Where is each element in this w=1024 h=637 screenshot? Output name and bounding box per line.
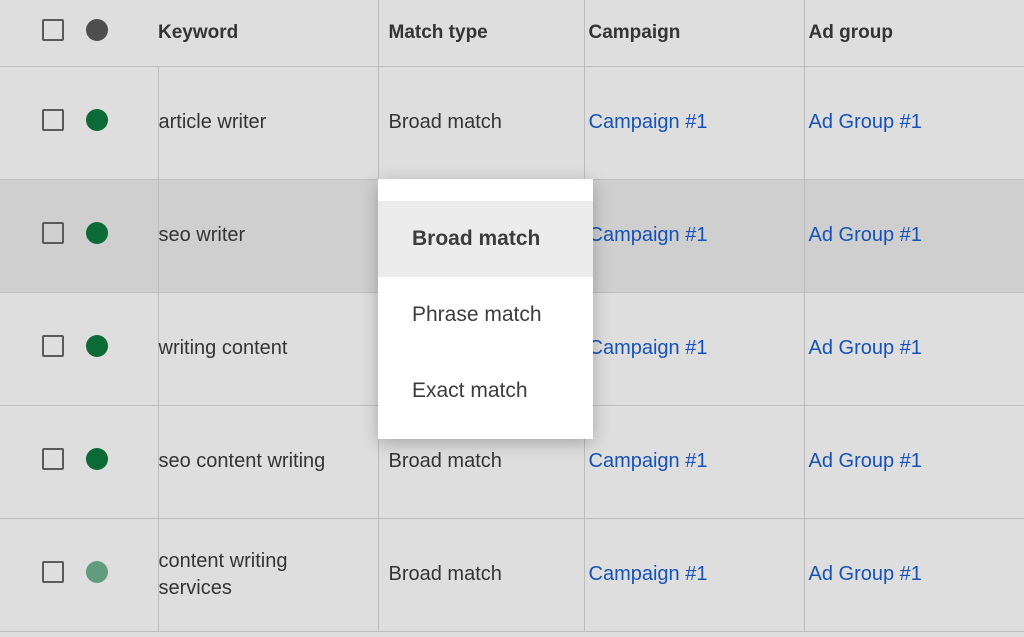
campaign-link[interactable]: Campaign #1 [589, 111, 708, 133]
ad-group-link[interactable]: Ad Group #1 [809, 224, 922, 246]
status-dot-icon[interactable] [86, 448, 108, 470]
row-checkbox[interactable] [42, 561, 64, 583]
select-all-checkbox[interactable] [42, 19, 64, 41]
ad-group-link[interactable]: Ad Group #1 [809, 563, 922, 585]
campaign-link[interactable]: Campaign #1 [589, 337, 708, 359]
header-ad-group[interactable]: Ad group [809, 22, 893, 43]
row-checkbox[interactable] [42, 222, 64, 244]
ad-group-link[interactable]: Ad Group #1 [809, 450, 922, 472]
ad-group-link[interactable]: Ad Group #1 [809, 337, 922, 359]
table-row[interactable]: article writer Broad match Campaign #1 A… [0, 66, 1024, 179]
row-checkbox[interactable] [42, 335, 64, 357]
match-type-cell[interactable]: Broad match [389, 111, 502, 133]
row-checkbox[interactable] [42, 448, 64, 470]
keyword-cell[interactable]: seo writer [159, 222, 349, 249]
keyword-cell[interactable]: content writing services [159, 548, 349, 602]
dropdown-option-broad[interactable]: Broad match [378, 201, 593, 277]
row-checkbox[interactable] [42, 109, 64, 131]
header-match-type[interactable]: Match type [389, 22, 488, 43]
status-dot-icon[interactable] [86, 561, 108, 583]
campaign-link[interactable]: Campaign #1 [589, 563, 708, 585]
header-keyword[interactable]: Keyword [158, 22, 238, 43]
ad-group-link[interactable]: Ad Group #1 [809, 111, 922, 133]
dropdown-option-phrase[interactable]: Phrase match [378, 277, 593, 353]
match-type-cell[interactable]: Broad match [389, 563, 502, 585]
table-header-row: Keyword Match type Campaign Ad group [0, 0, 1024, 66]
match-type-cell[interactable]: Broad match [389, 450, 502, 472]
keyword-cell[interactable]: article writer [159, 109, 349, 136]
status-dot-icon[interactable] [86, 222, 108, 244]
match-type-dropdown[interactable]: Broad match Phrase match Exact match [378, 179, 593, 439]
campaign-link[interactable]: Campaign #1 [589, 450, 708, 472]
dropdown-option-exact[interactable]: Exact match [378, 353, 593, 429]
header-campaign[interactable]: Campaign [589, 22, 681, 43]
status-header-icon[interactable] [86, 19, 108, 41]
campaign-link[interactable]: Campaign #1 [589, 224, 708, 246]
table-row[interactable]: content writing services Broad match Cam… [0, 518, 1024, 631]
status-dot-icon[interactable] [86, 109, 108, 131]
keyword-cell[interactable]: seo content writing [159, 448, 349, 475]
status-dot-icon[interactable] [86, 335, 108, 357]
keyword-cell[interactable]: writing content [159, 335, 349, 362]
